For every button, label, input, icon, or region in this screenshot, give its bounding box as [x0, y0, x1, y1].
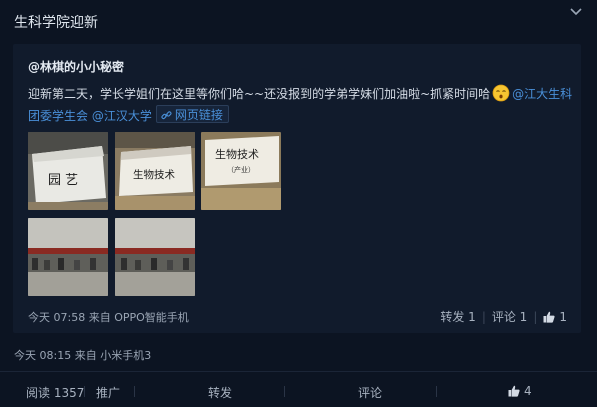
link-icon: [161, 111, 172, 120]
divider: [284, 386, 285, 397]
divider: |: [481, 310, 486, 324]
photo-biotech-industry: 生物技术 （产业）: [201, 132, 281, 210]
divider: |: [533, 310, 538, 324]
photo-biotech: 生物技术: [115, 132, 195, 210]
sleepy-emoji-icon: [492, 84, 510, 102]
repost-actions: 转发 1 | 评论 1 | 1: [440, 308, 567, 325]
photo-2-caption: 生物技术: [133, 168, 175, 181]
photo-1-caption: 园 艺: [48, 173, 78, 188]
repost-text: 迎新第二天，学长学姐们在这里等你们哈~~还没报到的学弟学妹们加油啦~抓紧时间哈 …: [28, 84, 573, 127]
web-link[interactable]: 网页链接: [155, 105, 229, 123]
photo-thumbnail-4[interactable]: [28, 218, 108, 296]
photo-horticulture: 园 艺: [28, 132, 108, 210]
photo-registration-hall-1: [28, 218, 108, 296]
thumbs-up-icon: [543, 311, 555, 323]
promote-button[interactable]: 推广: [96, 384, 120, 401]
photo-registration-hall-2: [115, 218, 195, 296]
photo-thumbnail-2[interactable]: 生物技术: [115, 132, 195, 210]
photo-thumbnail-1[interactable]: 园 艺: [28, 132, 108, 210]
repost-like-count: 1: [559, 310, 567, 324]
photo-thumbnail-3[interactable]: 生物技术 （产业）: [201, 132, 281, 210]
divider: [84, 386, 85, 397]
forward-button[interactable]: 转发: [208, 384, 232, 401]
group-title: 生科学院迎新: [14, 15, 98, 31]
post-footer: 阅读 1357 推广 转发 评论 4: [0, 372, 597, 407]
like-button[interactable]: 4: [508, 384, 532, 398]
repost-text-main: 迎新第二天，学长学姐们在这里等你们哈~~还没报到的学弟学妹们加油啦~抓紧时间哈: [28, 87, 491, 101]
web-link-label: 网页链接: [174, 108, 223, 122]
thumbs-up-icon: [508, 385, 520, 397]
photo-thumbnail-5[interactable]: [115, 218, 195, 296]
repost-forward-button[interactable]: 转发 1: [440, 308, 475, 325]
divider: [436, 386, 437, 397]
mention-jianghan-university[interactable]: @江汉大学: [92, 109, 152, 123]
repost-card: @林棋的小小秘密 迎新第二天，学长学姐们在这里等你们哈~~还没报到的学弟学妹们加…: [13, 44, 581, 333]
svg-text:（产业）: （产业）: [227, 165, 255, 174]
read-count: 阅读 1357: [26, 386, 85, 400]
repost-like-button[interactable]: 1: [543, 310, 567, 324]
repost-comment-button[interactable]: 评论 1: [492, 308, 527, 325]
group-header: 生科学院迎新: [0, 0, 597, 36]
repost-time-source: 今天 07:58 来自 OPPO智能手机: [28, 311, 189, 324]
like-count: 4: [524, 384, 532, 398]
divider: [134, 386, 135, 397]
comment-button[interactable]: 评论: [358, 384, 382, 401]
repost-author[interactable]: @林棋的小小秘密: [28, 58, 124, 75]
post-time-source: 今天 08:15 来自 小米手机3: [14, 349, 152, 362]
svg-text:生物技术: 生物技术: [215, 147, 259, 161]
chevron-down-icon[interactable]: [569, 6, 583, 18]
